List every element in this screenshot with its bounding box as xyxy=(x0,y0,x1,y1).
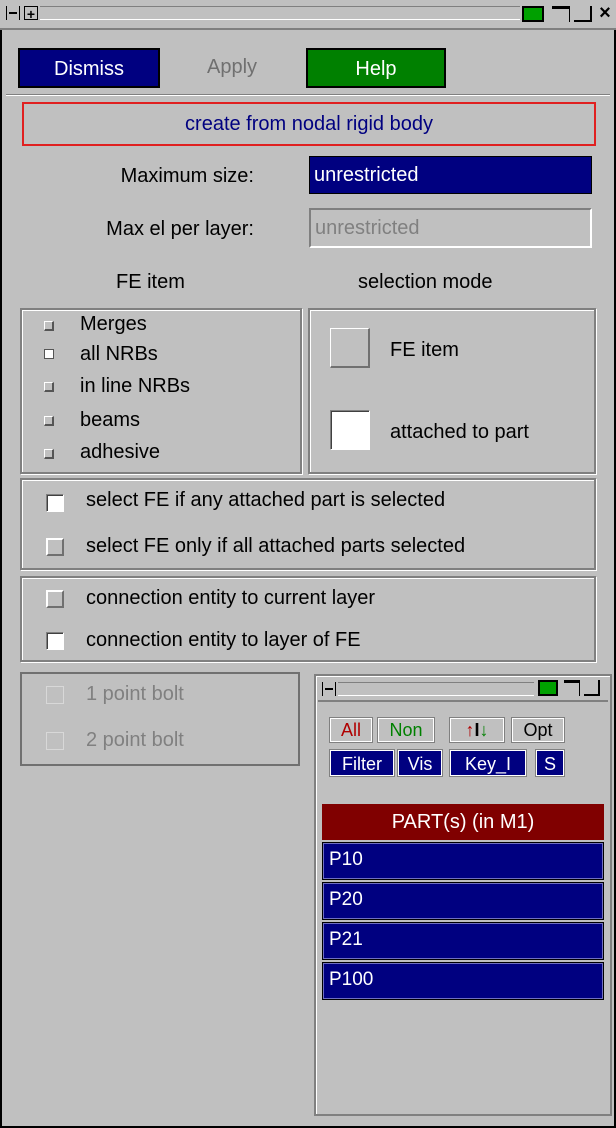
fe-item-mode-button[interactable] xyxy=(330,328,370,368)
max-el-label: Max el per layer: xyxy=(106,218,254,240)
part-row[interactable]: P21 xyxy=(322,922,604,960)
options-button[interactable]: Opt xyxy=(511,717,565,743)
two-point-bolt-label[interactable]: 2 point bolt xyxy=(86,728,184,752)
attached-mode-label: attached to part xyxy=(390,421,529,443)
fe-item-all-nrbs[interactable]: all NRBs xyxy=(40,342,280,368)
s-button[interactable]: S xyxy=(535,749,565,777)
fe-item-label: adhesive xyxy=(80,441,161,463)
fe-item-label: Merges xyxy=(80,313,147,335)
fe-item-header: FE item xyxy=(116,271,185,293)
select-all-checkbox[interactable] xyxy=(46,538,64,556)
part-row[interactable]: P10 xyxy=(322,842,604,880)
part-panel-titlebar[interactable] xyxy=(318,678,608,702)
fe-item-label: in line NRBs xyxy=(80,375,191,397)
connection-current-label[interactable]: connection entity to current layer xyxy=(86,586,375,610)
visible-button[interactable]: Vis xyxy=(397,749,443,777)
mode-banner: create from nodal rigid body xyxy=(22,102,596,146)
select-all-button[interactable]: All xyxy=(329,717,373,743)
minimize-icon[interactable] xyxy=(552,6,570,22)
fe-item-label: all NRBs xyxy=(80,343,158,365)
sort-button[interactable]: ↑I↓ xyxy=(449,717,505,743)
connection-fe-label[interactable]: connection entity to layer of FE xyxy=(86,628,361,652)
connection-current-checkbox[interactable] xyxy=(46,590,64,608)
minus-icon[interactable] xyxy=(6,6,20,20)
fe-item-label: beams xyxy=(80,409,141,431)
key-in-button[interactable]: Key_I xyxy=(449,749,527,777)
one-point-bolt-checkbox[interactable] xyxy=(46,686,64,704)
inline-nrbs-radio[interactable] xyxy=(44,382,54,392)
part-list-header: PART(s) (in M1) xyxy=(322,804,604,840)
one-point-bolt-label[interactable]: 1 point bolt xyxy=(86,682,184,706)
help-button[interactable]: Help xyxy=(306,48,446,88)
select-all-label[interactable]: select FE only if all attached parts sel… xyxy=(86,534,465,558)
attached-mode-button[interactable] xyxy=(330,410,370,450)
part-row[interactable]: P100 xyxy=(322,962,604,1000)
filter-button[interactable]: Filter xyxy=(329,749,395,777)
fe-item-beams[interactable]: beams xyxy=(40,408,280,434)
adhesive-radio[interactable] xyxy=(44,449,54,459)
select-none-button[interactable]: Non xyxy=(377,717,435,743)
part-panel-minimize-icon[interactable] xyxy=(564,680,580,696)
apply-button[interactable]: Apply xyxy=(162,48,302,88)
merges-radio[interactable] xyxy=(44,321,54,331)
status-indicator xyxy=(522,6,544,22)
restore-icon[interactable] xyxy=(574,6,592,22)
part-panel-restore-icon[interactable] xyxy=(584,680,600,696)
selection-mode-header: selection mode xyxy=(358,271,493,293)
title-bar[interactable]: + × xyxy=(0,0,616,30)
select-any-label[interactable]: select FE if any attached part is select… xyxy=(86,488,445,512)
fe-item-merges[interactable]: Merges xyxy=(40,312,280,338)
fe-item-inline-nrbs[interactable]: in line NRBs xyxy=(40,374,280,400)
separator xyxy=(6,94,610,96)
connection-fe-checkbox[interactable] xyxy=(46,632,64,650)
max-size-input[interactable]: unrestricted xyxy=(309,156,592,194)
part-panel-minus-icon[interactable] xyxy=(322,682,336,696)
dismiss-button[interactable]: Dismiss xyxy=(18,48,160,88)
all-nrbs-radio[interactable] xyxy=(44,349,54,359)
part-row[interactable]: P20 xyxy=(322,882,604,920)
sort-down-icon: ↓ xyxy=(479,720,489,740)
fe-item-adhesive[interactable]: adhesive xyxy=(40,440,280,466)
close-icon[interactable]: × xyxy=(596,2,614,24)
select-any-checkbox[interactable] xyxy=(46,494,64,512)
max-size-label: Maximum size: xyxy=(120,165,254,187)
part-panel-status-indicator xyxy=(538,680,558,696)
beams-radio[interactable] xyxy=(44,416,54,426)
fe-item-mode-label: FE item xyxy=(390,339,459,361)
max-el-input[interactable]: unrestricted xyxy=(309,208,592,248)
two-point-bolt-checkbox[interactable] xyxy=(46,732,64,750)
move-icon[interactable]: + xyxy=(24,6,38,21)
